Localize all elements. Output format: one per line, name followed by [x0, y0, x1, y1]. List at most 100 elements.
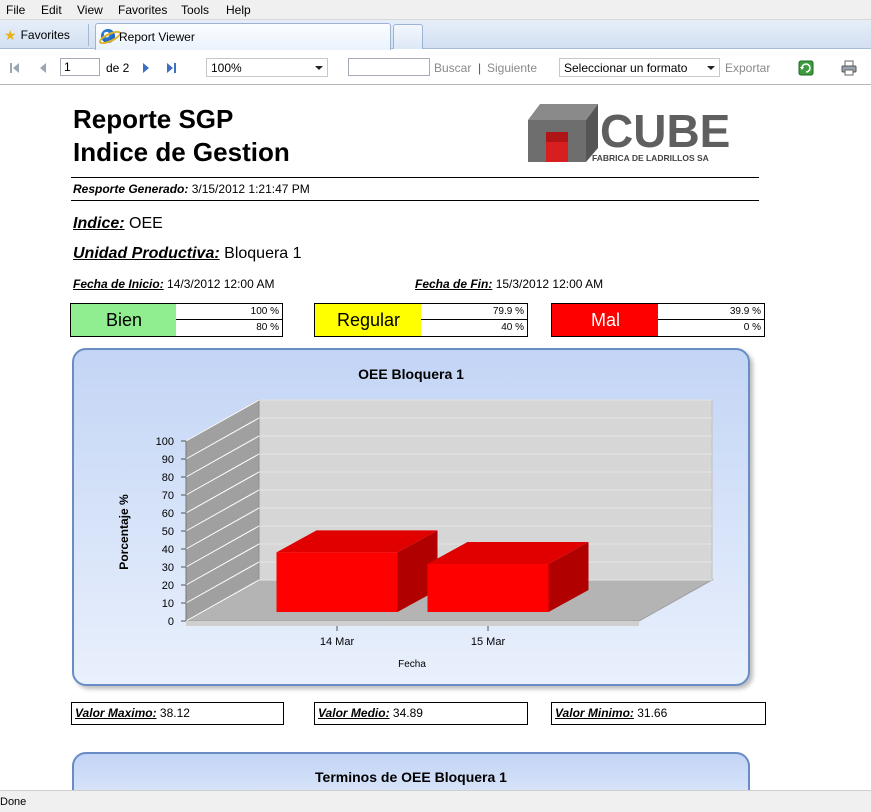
chart-bar — [427, 542, 589, 612]
chart-y-tick-label: 80 — [162, 472, 174, 484]
stat-mean-label: Valor Medio: — [318, 706, 390, 720]
fecha-fin-line: Fecha de Fin: 15/3/2012 12:00 AM — [415, 277, 603, 291]
indice-label: Indice: — [73, 215, 125, 232]
chart-floor-edge — [186, 621, 639, 626]
report-title: Reporte SGP — [73, 104, 234, 134]
menu-favorites[interactable]: Favorites — [118, 3, 167, 17]
threshold-low: 0 % — [658, 320, 764, 336]
chart-bar-front — [276, 552, 398, 612]
unidad-line: Unidad Productiva: Bloquera 1 — [73, 245, 302, 263]
previous-page-icon — [40, 63, 46, 73]
chart-bar-front — [427, 564, 549, 612]
chevron-down-icon — [707, 66, 715, 70]
tab-divider — [88, 24, 89, 46]
chart-y-tick-label: 60 — [162, 508, 174, 520]
find-button[interactable]: Buscar — [434, 61, 471, 75]
menu-file[interactable]: File — [6, 3, 25, 17]
chart-x-tick-label: 15 Mar — [471, 636, 506, 648]
threshold-name: Regular — [315, 304, 423, 336]
logo-brand: CUBE — [600, 105, 730, 157]
find-next-button[interactable]: Siguiente — [487, 61, 537, 75]
chart-panel: OEE Bloquera 1 0 10 20 30 40 50 60 70 80 90 100 14… — [72, 348, 750, 686]
new-tab-button[interactable] — [393, 24, 423, 49]
stat-mean: Valor Medio: 34.89 — [314, 702, 528, 725]
export-format-value: Seleccionar un formato — [564, 61, 688, 75]
chart-y-tick-label: 70 — [162, 490, 174, 502]
chart-x-ticks: 14 Mar 15 Mar — [320, 626, 506, 648]
report-subtitle: Indice de Gestion — [73, 137, 290, 167]
header-rule-top — [71, 177, 759, 178]
threshold-high: 39.9 % — [658, 304, 764, 320]
last-page-button[interactable] — [166, 62, 178, 74]
refresh-icon[interactable] — [798, 60, 814, 76]
threshold-high: 100 % — [176, 304, 282, 320]
stat-min-value: 31.66 — [637, 706, 668, 720]
menu-bar: File Edit View Favorites Tools Help — [0, 0, 871, 20]
print-icon[interactable] — [841, 60, 857, 76]
header-rule-bottom — [71, 200, 759, 201]
status-bar: Done — [0, 790, 871, 812]
export-format-select[interactable]: Seleccionar un formato — [559, 58, 720, 77]
stat-max-value: 38.12 — [159, 706, 190, 720]
previous-page-button[interactable] — [38, 62, 50, 74]
generated-line: Resporte Generado: 3/15/2012 1:21:47 PM — [73, 182, 310, 196]
export-button[interactable]: Exportar — [725, 61, 770, 75]
fecha-inicio-label: Fecha de Inicio: — [73, 277, 164, 291]
indice-value: OEE — [129, 215, 163, 232]
chart-bars — [276, 530, 589, 612]
stat-min-label: Valor Minimo: — [555, 706, 634, 720]
fecha-inicio-line: Fecha de Inicio: 14/3/2012 12:00 AM — [73, 277, 274, 291]
fecha-fin-label: Fecha de Fin: — [415, 277, 493, 291]
menu-view[interactable]: View — [77, 3, 103, 17]
chart-y-tick-label: 0 — [168, 616, 174, 628]
search-input[interactable] — [348, 58, 430, 76]
next-page-icon — [143, 63, 149, 73]
cube-logo: CUBE FABRICA DE LADRILLOS SA — [528, 104, 730, 163]
tab-report-viewer[interactable]: Report Viewer — [95, 23, 391, 50]
terminos-panel-title: Terminos de OEE Bloquera 1 — [315, 769, 507, 785]
zoom-select[interactable]: 100% — [206, 58, 328, 77]
threshold-high: 79.9 % — [421, 304, 527, 320]
threshold-mal: Mal 39.9 % 0 % — [551, 303, 765, 337]
first-page-button[interactable] — [10, 62, 22, 74]
threshold-bien: Bien 100 % 80 % — [70, 303, 283, 337]
chart-y-tick-label: 90 — [162, 454, 174, 466]
zoom-value: 100% — [211, 61, 242, 75]
stat-max: Valor Maximo: 38.12 — [71, 702, 284, 725]
star-icon: ★ — [4, 27, 17, 43]
chart-y-tick-label: 10 — [162, 598, 174, 610]
unidad-label: Unidad Productiva: — [73, 245, 220, 262]
menu-tools[interactable]: Tools — [181, 3, 209, 17]
stat-min: Valor Minimo: 31.66 — [551, 702, 766, 725]
next-page-button[interactable] — [141, 62, 153, 74]
page-number-input[interactable] — [60, 58, 100, 76]
chart-y-tick-label: 40 — [162, 544, 174, 556]
first-page-icon — [10, 63, 12, 73]
generated-label: Resporte Generado: — [73, 182, 189, 196]
threshold-low: 40 % — [421, 320, 527, 336]
chart-y-tick-label: 30 — [162, 562, 174, 574]
last-page-icon — [167, 63, 173, 73]
internet-explorer-icon — [101, 29, 115, 43]
favorites-label: Favorites — [20, 28, 70, 42]
threshold-low: 80 % — [176, 320, 282, 336]
logo-tagline: FABRICA DE LADRILLOS SA — [592, 153, 709, 163]
chart-y-tick-label: 20 — [162, 580, 174, 592]
chevron-down-icon — [315, 66, 323, 70]
browser-window: File Edit View Favorites Tools Help ★ Fa… — [0, 0, 871, 812]
stat-mean-value: 34.89 — [392, 706, 423, 720]
menu-help[interactable]: Help — [226, 3, 251, 17]
unidad-value: Bloquera 1 — [224, 245, 302, 262]
chart-y-tick-label: 50 — [162, 526, 174, 538]
menu-edit[interactable]: Edit — [41, 3, 62, 17]
generated-value: 3/15/2012 1:21:47 PM — [191, 182, 310, 196]
tab-bar: ★ Favorites Report Viewer — [0, 20, 871, 50]
chart-y-axis-label: Porcentaje % — [117, 494, 131, 570]
favorites-button[interactable]: ★ Favorites — [4, 26, 70, 44]
find-separator: | — [478, 61, 482, 75]
threshold-name: Bien — [71, 304, 178, 336]
tab-title: Report Viewer — [119, 30, 195, 44]
threshold-regular: Regular 79.9 % 40 % — [314, 303, 528, 337]
chart-bar — [276, 530, 438, 612]
chart-x-tick-label: 14 Mar — [320, 636, 355, 648]
